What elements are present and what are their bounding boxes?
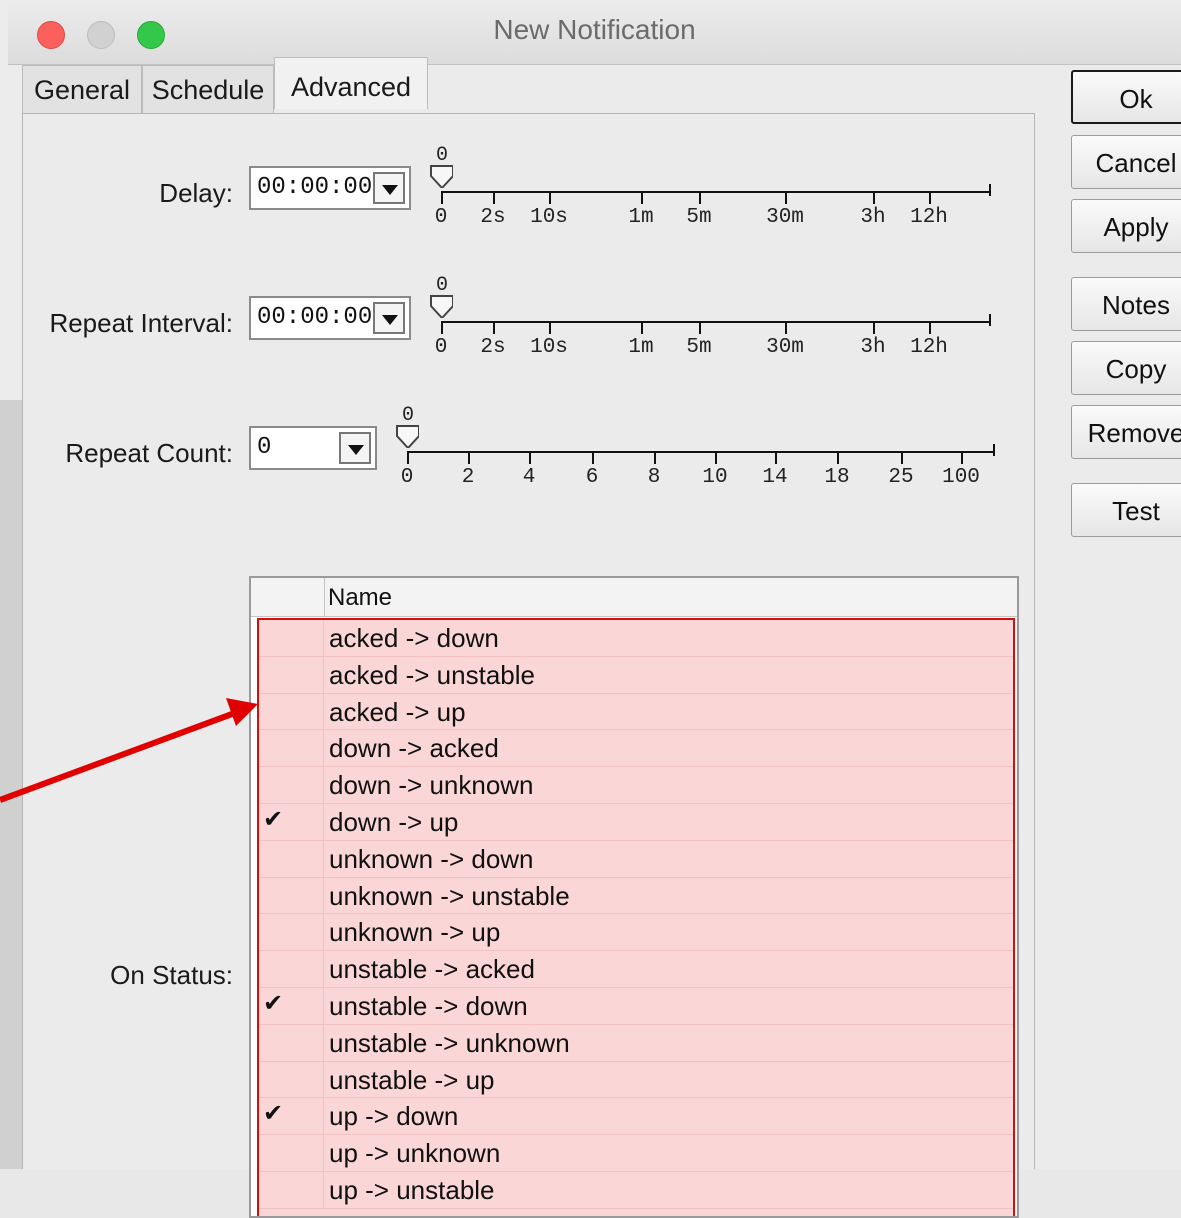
row-divider [323,1171,324,1208]
row-name: up -> unstable [329,1174,495,1205]
annotation-arrow [0,698,258,803]
status-row[interactable]: up -> unstable [259,1171,1013,1209]
